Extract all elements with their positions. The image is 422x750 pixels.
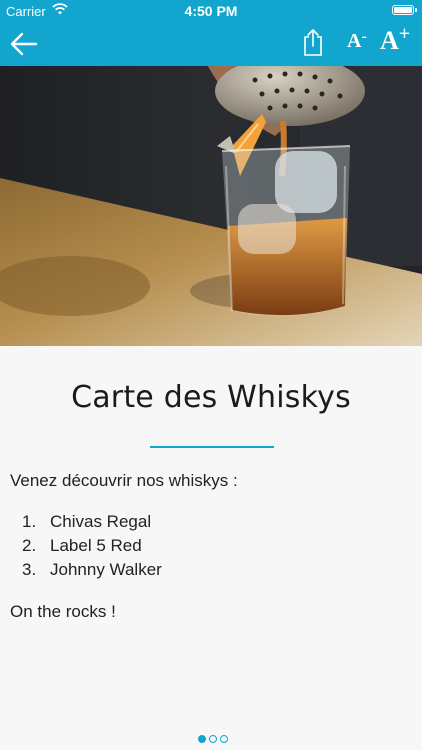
page-dot-2[interactable] [209, 735, 217, 743]
page-dot-1[interactable] [198, 735, 206, 743]
decrease-font-label: A [347, 30, 362, 52]
page-indicator[interactable] [198, 735, 228, 743]
minus-sign: - [361, 28, 367, 45]
list-item-label: Johnny Walker [50, 560, 162, 579]
article-title: Carte des Whiskys [71, 380, 351, 415]
clock: 4:50 PM [184, 3, 238, 19]
decrease-font-button[interactable]: A- [347, 28, 373, 58]
page-dot-3[interactable] [220, 735, 228, 743]
list-number: 1. [22, 512, 37, 531]
list-number: 3. [22, 560, 37, 579]
whisky-list: 1. Chivas Regal 2. Label 5 Red 3. Johnny Wa… [22, 512, 162, 584]
list-item: 1. Chivas Regal [22, 512, 162, 536]
article-content: Carte des Whiskys Venez découvrir nos wh… [0, 346, 422, 750]
battery-icon [392, 5, 417, 15]
list-item-label: Chivas Regal [50, 512, 152, 531]
list-item-label: Label 5 Red [50, 536, 142, 555]
list-number: 2. [22, 536, 37, 555]
increase-font-label: A [380, 26, 399, 55]
status-bar: Carrier 4:50 PM [0, 0, 422, 22]
intro-text: Venez découvrir nos whiskys : [10, 471, 238, 490]
outro-text: On the rocks ! [10, 602, 116, 621]
plus-sign: + [398, 23, 411, 45]
list-item: 3. Johnny Walker [22, 560, 162, 584]
list-item: 2. Label 5 Red [22, 536, 162, 560]
top-navigation-bar: A- A+ [0, 22, 422, 66]
hero-image [0, 66, 422, 346]
increase-font-button[interactable]: A+ [380, 23, 414, 58]
share-icon[interactable] [300, 28, 326, 58]
title-divider [150, 446, 274, 448]
arrow-left-icon[interactable] [8, 30, 40, 58]
